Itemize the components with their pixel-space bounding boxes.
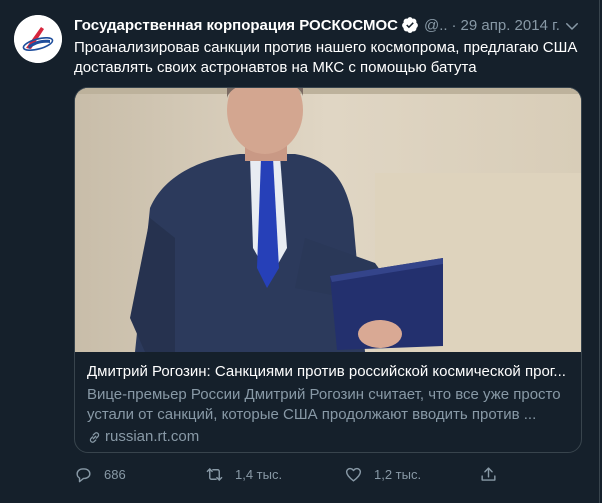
card-description-line: Вице-премьер России Дмитрий Рогозин счит… xyxy=(87,386,561,403)
author-name[interactable]: Государственная корпорация РОСКОСМОС xyxy=(74,17,398,34)
card-description: Вице-премьер России Дмитрий Рогозин счит… xyxy=(87,385,569,425)
card-image xyxy=(75,88,581,352)
tweet-text: Проанализировав санкции против нашего ко… xyxy=(74,38,580,78)
author-handle[interactable]: @.. xyxy=(424,17,448,34)
verified-badge-icon xyxy=(402,17,418,33)
tweet-text-line: доставлять своих астронавтов на МКС с по… xyxy=(74,59,477,76)
tweet-text-line: Проанализировав санкции против нашего ко… xyxy=(74,39,578,56)
reply-button[interactable]: 686 xyxy=(74,460,126,488)
card-domain-text: russian.rt.com xyxy=(105,428,200,445)
like-button[interactable]: 1,2 тыс. xyxy=(344,460,421,488)
heart-icon xyxy=(345,467,362,482)
retweet-button[interactable]: 1,4 тыс. xyxy=(205,460,282,488)
reply-count: 686 xyxy=(104,466,126,482)
link-card[interactable]: Дмитрий Рогозин: Санкциями против россий… xyxy=(74,87,582,453)
card-description-line: устали от санкций, которые США продолжаю… xyxy=(87,406,537,423)
separator-dot: · xyxy=(451,16,457,34)
chevron-down-icon[interactable] xyxy=(563,17,581,35)
card-photo xyxy=(75,88,581,352)
retweet-icon xyxy=(206,467,223,481)
card-title: Дмитрий Рогозин: Санкциями против россий… xyxy=(87,363,566,380)
like-count: 1,2 тыс. xyxy=(374,466,422,482)
tweet-date[interactable]: 29 апр. 2014 г. xyxy=(461,17,560,34)
roscosmos-logo xyxy=(14,15,62,63)
retweet-count: 1,4 тыс. xyxy=(235,466,283,482)
avatar[interactable] xyxy=(14,15,62,63)
reply-icon xyxy=(76,467,91,482)
card-domain: russian.rt.com xyxy=(87,427,199,447)
tweet[interactable]: Государственная корпорация РОСКОСМОС @..… xyxy=(0,0,600,503)
share-icon xyxy=(481,466,496,481)
tweet-actions: 686 1,4 тыс. 1,2 тыс. xyxy=(74,460,514,488)
link-icon xyxy=(89,431,100,443)
share-button[interactable] xyxy=(479,460,509,488)
tweet-header: Государственная корпорация РОСКОСМОС @..… xyxy=(74,14,581,36)
